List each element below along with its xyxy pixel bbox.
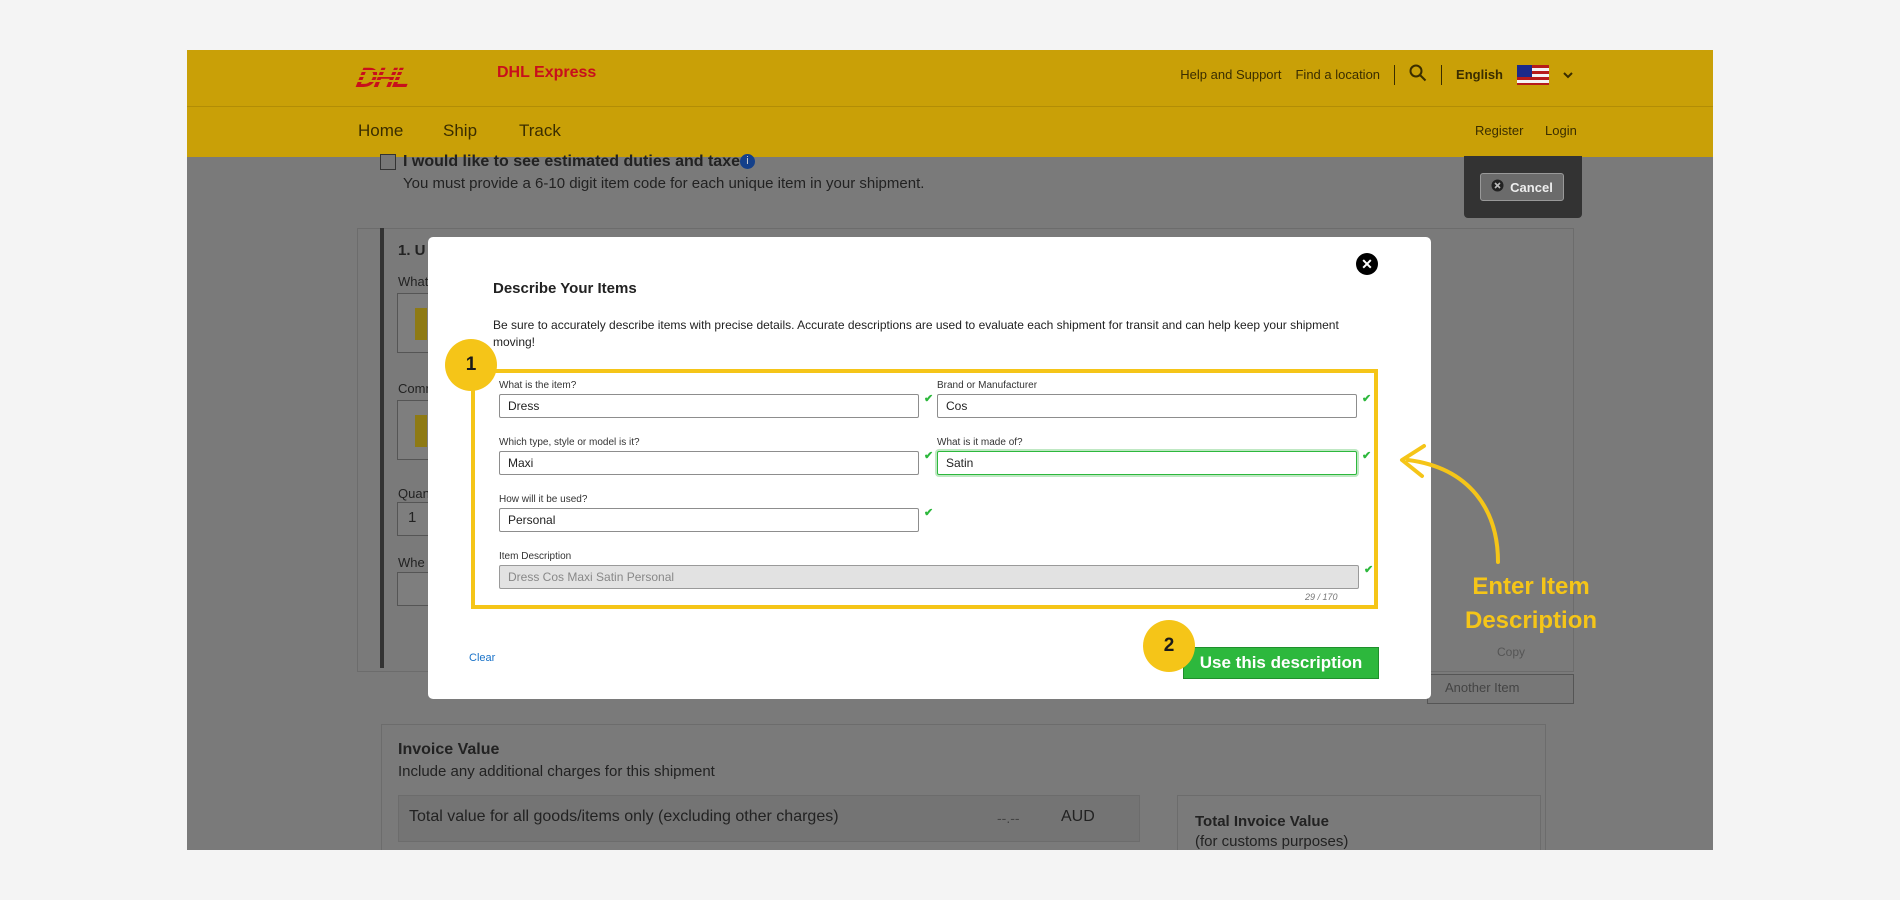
item-description-label: Item Description bbox=[499, 551, 572, 562]
duties-note: You must provide a 6-10 digit item code … bbox=[403, 175, 925, 192]
modal-title: Describe Your Items bbox=[493, 280, 637, 297]
commodity-field-marker bbox=[415, 415, 427, 447]
item-label: What is the item? bbox=[499, 380, 577, 391]
quantity-value: 1 bbox=[408, 509, 417, 526]
use-input[interactable]: Personal bbox=[499, 508, 919, 532]
type-input[interactable]: Maxi bbox=[499, 451, 919, 475]
quantity-label: Quan bbox=[398, 486, 430, 501]
main-nav-bar: Home Ship Track Register Login bbox=[187, 106, 1713, 157]
divider bbox=[1394, 64, 1396, 85]
character-counter: 29 / 170 bbox=[1305, 592, 1338, 602]
check-icon: ✔ bbox=[924, 393, 934, 405]
callout-line-1: Enter Item bbox=[1472, 573, 1590, 600]
brand-input[interactable]: Cos bbox=[937, 394, 1357, 418]
step-1-badge: 1 bbox=[445, 339, 497, 391]
copy-link[interactable]: Copy bbox=[1497, 645, 1525, 659]
search-icon[interactable] bbox=[1409, 64, 1427, 85]
utility-links: Help and Support Find a location English bbox=[1180, 64, 1573, 85]
duties-checkbox[interactable] bbox=[380, 154, 396, 170]
check-icon: ✔ bbox=[1362, 393, 1372, 405]
callout-line-2: Description bbox=[1464, 607, 1598, 634]
check-icon: ✔ bbox=[924, 507, 934, 519]
add-another-item-label: Another Item bbox=[1445, 680, 1520, 695]
invoice-subtitle: Include any additional charges for this … bbox=[398, 763, 715, 780]
what-label: What bbox=[398, 274, 429, 289]
find-location-link[interactable]: Find a location bbox=[1295, 67, 1380, 82]
info-icon[interactable]: i bbox=[740, 154, 755, 169]
divider bbox=[1441, 64, 1443, 85]
step-2-badge: 2 bbox=[1143, 620, 1195, 672]
callout-text: Enter Item Description bbox=[1426, 570, 1636, 638]
type-label: Which type, style or model is it? bbox=[499, 437, 640, 448]
item-input[interactable]: Dress bbox=[499, 394, 919, 418]
describe-items-modal: ✕ Describe Your Items Be sure to accurat… bbox=[428, 237, 1431, 699]
material-label: What is it made of? bbox=[937, 437, 1023, 448]
clear-link[interactable]: Clear bbox=[469, 652, 495, 664]
check-icon: ✔ bbox=[1364, 564, 1374, 576]
nav-track[interactable]: Track bbox=[519, 121, 561, 141]
register-link[interactable]: Register bbox=[1475, 123, 1523, 138]
check-icon: ✔ bbox=[1362, 450, 1372, 462]
panel-accent-bar bbox=[380, 228, 384, 668]
item-description-field: Dress Cos Maxi Satin Personal bbox=[499, 565, 1359, 589]
nav-ship[interactable]: Ship bbox=[443, 121, 477, 141]
brand-label: Brand or Manufacturer bbox=[937, 380, 1038, 391]
duties-checkbox-label: I would like to see estimated duties and… bbox=[403, 153, 749, 170]
language-selector[interactable]: English bbox=[1456, 67, 1503, 82]
login-link[interactable]: Login bbox=[1545, 123, 1577, 138]
help-support-link[interactable]: Help and Support bbox=[1180, 67, 1281, 82]
top-header-bar: DHL DHL Express Help and Support Find a … bbox=[187, 50, 1713, 106]
use-label: How will it be used? bbox=[499, 494, 588, 505]
currency-label: AUD bbox=[1061, 808, 1095, 825]
section-heading: 1. U bbox=[398, 242, 426, 259]
check-icon: ✔ bbox=[924, 450, 934, 462]
brand-name: DHL Express bbox=[497, 64, 597, 81]
where-label: Whe bbox=[398, 555, 425, 570]
cancel-label: Cancel bbox=[1510, 179, 1553, 195]
close-icon[interactable]: ✕ bbox=[1356, 253, 1378, 275]
cancel-button[interactable]: Cancel bbox=[1480, 173, 1564, 201]
callout-arrow-icon bbox=[1400, 444, 1500, 564]
dhl-logo[interactable]: DHL bbox=[354, 62, 412, 94]
nav-home[interactable]: Home bbox=[358, 121, 403, 141]
what-field-marker bbox=[415, 308, 427, 340]
invoice-title: Invoice Value bbox=[398, 741, 500, 758]
malaysia-flag-icon[interactable] bbox=[1517, 64, 1549, 85]
use-this-description-button[interactable]: Use this description bbox=[1183, 647, 1379, 679]
total-goods-value: --.-- bbox=[997, 810, 1020, 826]
material-input[interactable]: Satin bbox=[937, 451, 1357, 475]
total-invoice-subtitle: (for customs purposes) bbox=[1195, 833, 1349, 850]
total-goods-label: Total value for all goods/items only (ex… bbox=[409, 808, 839, 825]
chevron-down-icon[interactable] bbox=[1563, 67, 1573, 82]
close-circle-icon bbox=[1491, 179, 1504, 195]
total-invoice-title: Total Invoice Value bbox=[1195, 813, 1329, 830]
modal-description: Be sure to accurately describe items wit… bbox=[493, 318, 1339, 349]
